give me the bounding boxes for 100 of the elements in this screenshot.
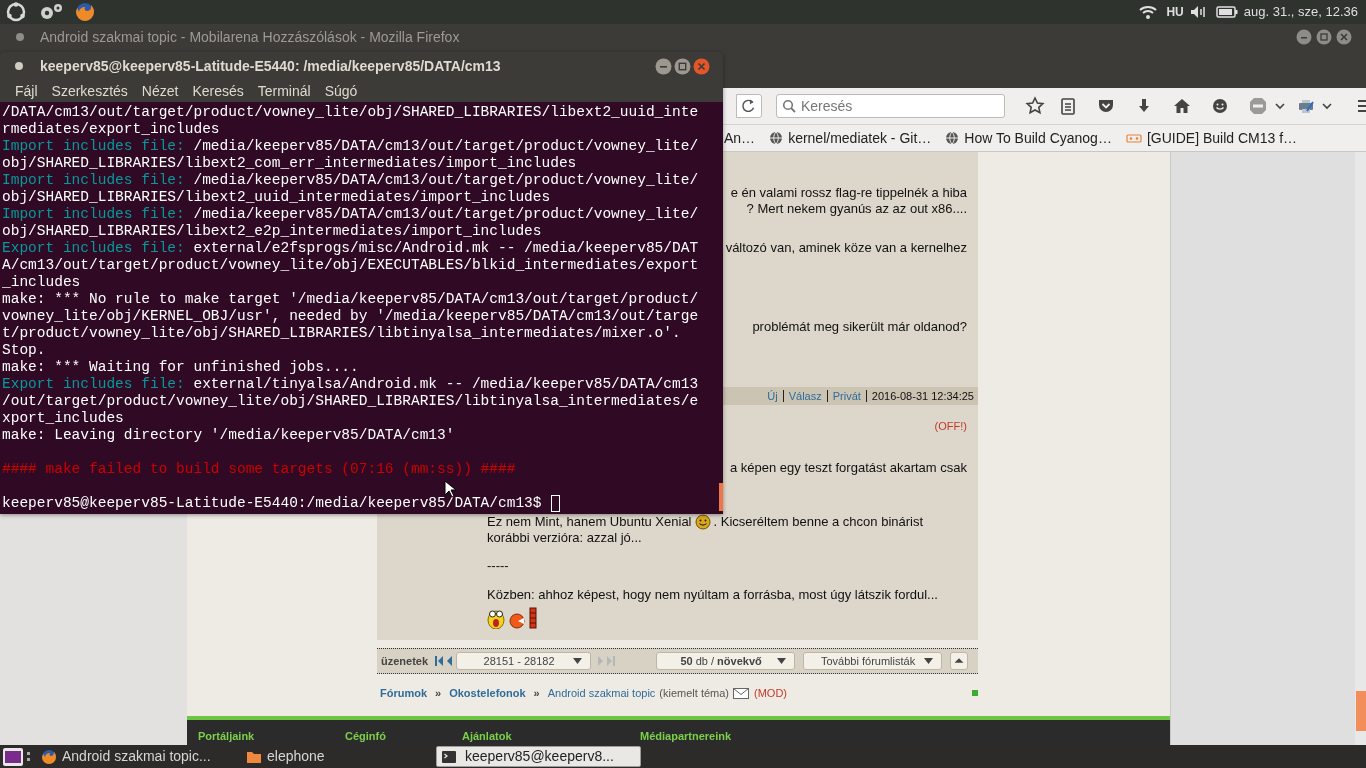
bookmark-link[interactable]: An… (724, 127, 756, 149)
terminal-prompt: keeperv85@keeperv85-Latitude-E5440:/media/keeperv85/DATA/cm13$ (2, 495, 542, 512)
terminal-line: /DATA/cm13/out/target/product/vowney_lite/obj/SHARED_LIBRARIES/libext2_uuid_inte (2, 104, 700, 121)
minimize-button[interactable] (1296, 29, 1312, 45)
show-desktop-icon[interactable] (2, 746, 24, 767)
post-text: változó van, aminek köze van a kernelhez (725, 240, 967, 256)
post-text: ----- (487, 558, 509, 574)
terminal-line: t/product/vowney_lite/obj/SHARED_LIBRARIES/libtinyalsa_intermediates/mixer.o'. (2, 325, 682, 342)
wifi-icon[interactable] (1138, 4, 1159, 20)
breadcrumb-link[interactable]: Fórumok (380, 684, 428, 702)
keyboard-layout-indicator[interactable]: HU (1166, 3, 1184, 21)
scrollbar-thumb[interactable] (1356, 691, 1366, 731)
firefox-icon (41, 748, 57, 765)
bookmark-link[interactable]: kernel/mediatek - Git… (769, 127, 932, 149)
taskbar-button[interactable]: keeperv85@keeperv8... (436, 746, 641, 767)
footer-link[interactable]: Ajánlatok (462, 727, 640, 744)
maximize-button[interactable] (674, 57, 691, 75)
window-title: keeperv85@keeperv85-Latitude-E5440: /media/keeperv85/DATA/cm13 (40, 56, 501, 76)
taskbar-button[interactable]: elephone (242, 746, 436, 767)
terminal-line: Import includes file: /media/keeperv85/DATA/cm13/out/target/product/vowney_lite/ (2, 138, 700, 155)
post-text: Ez nem Mint, hanem Ubuntu Xenial (487, 514, 692, 530)
dropdown[interactable]: 28151 - 28182 (456, 652, 592, 670)
terminal-line: A/cm13/out/target/product/vowney_lite/obj/EXECUTABLES/blkid_intermediates/export (2, 257, 700, 274)
folder-icon (246, 749, 262, 764)
post-text: Közben: ahhoz képest, hogy nem nyúltam a forrásba, most úgy látszik fordul... (487, 587, 938, 603)
clock[interactable]: aug. 31., sze, 12.36 (1243, 2, 1358, 22)
search-field[interactable]: Keresés (776, 94, 1005, 118)
bookmark-link[interactable]: How To Build Cyanog… (945, 127, 1112, 149)
minimize-button[interactable] (655, 57, 672, 75)
terminal-line: make: *** No rule to make target '/media/keeperv85/DATA/cm13/out/target/product/ (2, 291, 700, 308)
topic-note: (kiemelt téma) (659, 685, 729, 701)
post-text: ? Mert nekem gyanús az az out x86.... (746, 201, 967, 217)
terminal-line: obj/SHARED_LIBRARIES/libext2_com_err_intermediates/import_includes (2, 155, 578, 172)
bar-emoji-icon (529, 607, 537, 629)
menu-item[interactable]: Keresés (185, 80, 251, 102)
ball-emoji-icon (509, 613, 525, 629)
ubuntu-logo-icon[interactable] (6, 2, 26, 22)
menu-item[interactable]: Terminál (250, 80, 318, 102)
terminal-line: Import includes file: /media/keeperv85/DATA/cm13/out/target/product/vowney_lite/ (2, 172, 700, 189)
smiley-icon[interactable] (1210, 96, 1230, 116)
close-button[interactable] (693, 57, 710, 75)
menu-item[interactable]: Szerkesztés (44, 80, 135, 102)
footer-link[interactable]: Médiapartnereink (640, 727, 732, 744)
terminal-line: vowney_lite/obj/KERNEL_OBJ/usr', needed by '/media/keeperv85/DATA/cm13/out/targe (2, 308, 700, 325)
post-timestamp: 2016-08-31 12:34:25 (870, 388, 974, 404)
home-icon[interactable] (1172, 96, 1192, 116)
caret-icon (573, 658, 583, 664)
menu-item[interactable]: Súgó (317, 80, 365, 102)
envelope-icon[interactable] (733, 687, 749, 699)
volume-icon[interactable] (1189, 4, 1206, 20)
mouse-pointer-icon (444, 480, 456, 498)
dropdown[interactable]: 50 db / növekvő (656, 652, 796, 670)
breadcrumb-separator: » (435, 685, 442, 701)
bookmark-star-icon[interactable] (1025, 96, 1045, 116)
terminal-line: Export includes file: external/e2fsprogs/misc/Android.mk -- /media/keeperv85/DAT (2, 240, 700, 257)
first-page-icon[interactable] (434, 655, 445, 667)
next-page-icon (597, 655, 605, 667)
window-dot-icon (14, 31, 26, 43)
terminal-line: make: *** Waiting for unfinished jobs.... (2, 359, 360, 376)
globe-icon (769, 131, 784, 145)
terminal-line: obj/SHARED_LIBRARIES/libext2_uuid_intermediates/import_includes (2, 189, 552, 206)
terminal-line: Export includes file: external/tinyalsa/Android.mk -- /media/keeperv85/DATA/cm13 (2, 376, 700, 393)
bookmark-link[interactable]: [GUIDE] Build CM13 f… (1125, 127, 1298, 149)
post-text: e én valami rossz flag-re tippelnék a hiba (730, 185, 967, 201)
reload-button[interactable] (736, 94, 762, 118)
terminal-line: xport_includes (2, 410, 125, 427)
search-icon (782, 99, 796, 113)
battery-icon[interactable] (1215, 6, 1238, 18)
breadcrumb-link[interactable]: Okostelefonok (449, 684, 526, 702)
site-icon (1125, 132, 1142, 144)
handle-icon (27, 751, 31, 762)
close-button[interactable] (1336, 29, 1352, 45)
breadcrumb-separator: » (533, 685, 540, 701)
scrollbar-thumb[interactable] (719, 483, 723, 511)
menu-item[interactable]: Nézet (134, 80, 186, 102)
last-page-icon (606, 655, 617, 667)
breadcrumb-link[interactable]: Android szakmai topic (547, 684, 656, 702)
terminal-line: Stop. (2, 342, 47, 359)
firefox-icon[interactable] (74, 1, 96, 23)
clipboard-icon[interactable] (1058, 96, 1078, 116)
footer-link[interactable]: Portáljaink (198, 727, 345, 744)
footer-link[interactable]: Céginfó (345, 727, 462, 744)
terminal-line: #### make failed to build some targets (07:16 (mm:ss)) #### (2, 461, 517, 478)
taskbar-button[interactable]: Android szakmai topic... (37, 746, 242, 767)
maximize-button[interactable] (1316, 29, 1332, 45)
terminal-line: rmediates/export_includes (2, 121, 221, 138)
status-square (972, 690, 978, 696)
pager-label: üzenetek (381, 653, 429, 669)
dropdown[interactable]: További fórumlisták (803, 652, 943, 670)
scroll-up-button[interactable] (950, 652, 969, 670)
caret-icon (924, 658, 934, 664)
moderator-label: (MOD) (754, 685, 787, 701)
window-dot-icon (13, 60, 25, 72)
text-cursor (550, 495, 560, 512)
post-text: problémát meg sikerült már oldanod? (752, 319, 967, 335)
menu-item[interactable]: Fájl (8, 80, 45, 102)
smiley-emoji-icon (694, 514, 711, 530)
previous-page-icon[interactable] (446, 655, 454, 667)
off-topic-label: (OFF!) (934, 419, 967, 434)
terminal-line: make: Leaving directory '/media/keeperv85/DATA/cm13' (2, 427, 456, 444)
